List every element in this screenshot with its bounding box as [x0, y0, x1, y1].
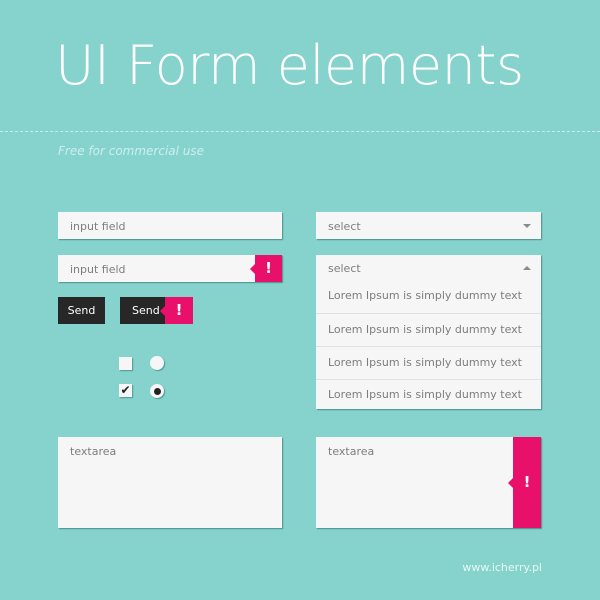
select-option[interactable]: Lorem Ipsum is simply dummy text	[316, 313, 541, 346]
error-badge: !	[160, 297, 193, 324]
chevron-up-icon	[523, 266, 531, 270]
send-button-label: Send	[67, 304, 96, 317]
exclamation-icon: !	[265, 259, 272, 277]
error-badge: !	[508, 437, 541, 528]
footer-link[interactable]: www.icherry.pl	[462, 561, 542, 574]
send-button-error[interactable]: Send !	[120, 297, 193, 324]
exclamation-icon: !	[523, 473, 531, 491]
input-field[interactable]: input field	[58, 212, 282, 239]
select-option[interactable]: Lorem Ipsum is simply dummy text	[316, 280, 541, 313]
send-button-label: Send	[132, 304, 160, 317]
select-value: select	[328, 220, 361, 233]
input-placeholder: input field	[70, 220, 126, 233]
select-dropdown[interactable]: select	[316, 212, 541, 239]
input-placeholder: input field	[70, 263, 126, 276]
radio-selected[interactable]	[150, 384, 164, 398]
select-dropdown-open[interactable]: select Lorem Ipsum is simply dummy text …	[316, 255, 541, 409]
radio-dot-icon	[154, 388, 161, 395]
page-title: UI Form elements	[55, 34, 524, 97]
send-button[interactable]: Send	[58, 297, 105, 324]
textarea-error[interactable]: textarea !	[316, 437, 541, 528]
textarea[interactable]: textarea	[58, 437, 282, 528]
input-field-error[interactable]: input field !	[58, 255, 282, 282]
radio-unselected[interactable]	[150, 356, 164, 370]
error-badge: !	[250, 255, 282, 282]
chevron-down-icon	[523, 224, 531, 228]
select-option[interactable]: Lorem Ipsum is simply dummy text	[316, 379, 541, 409]
textarea-placeholder: textarea	[70, 445, 117, 458]
checkbox-checked[interactable]: ✔	[119, 384, 132, 397]
select-value: select	[328, 262, 361, 275]
page-subtitle: Free for commercial use	[58, 144, 205, 158]
dashed-divider	[0, 131, 600, 132]
textarea-placeholder: textarea	[328, 445, 375, 458]
select-option[interactable]: Lorem Ipsum is simply dummy text	[316, 346, 541, 379]
checkmark-icon: ✔	[120, 383, 131, 397]
checkbox-unchecked[interactable]	[119, 357, 132, 370]
exclamation-icon: !	[175, 301, 183, 319]
